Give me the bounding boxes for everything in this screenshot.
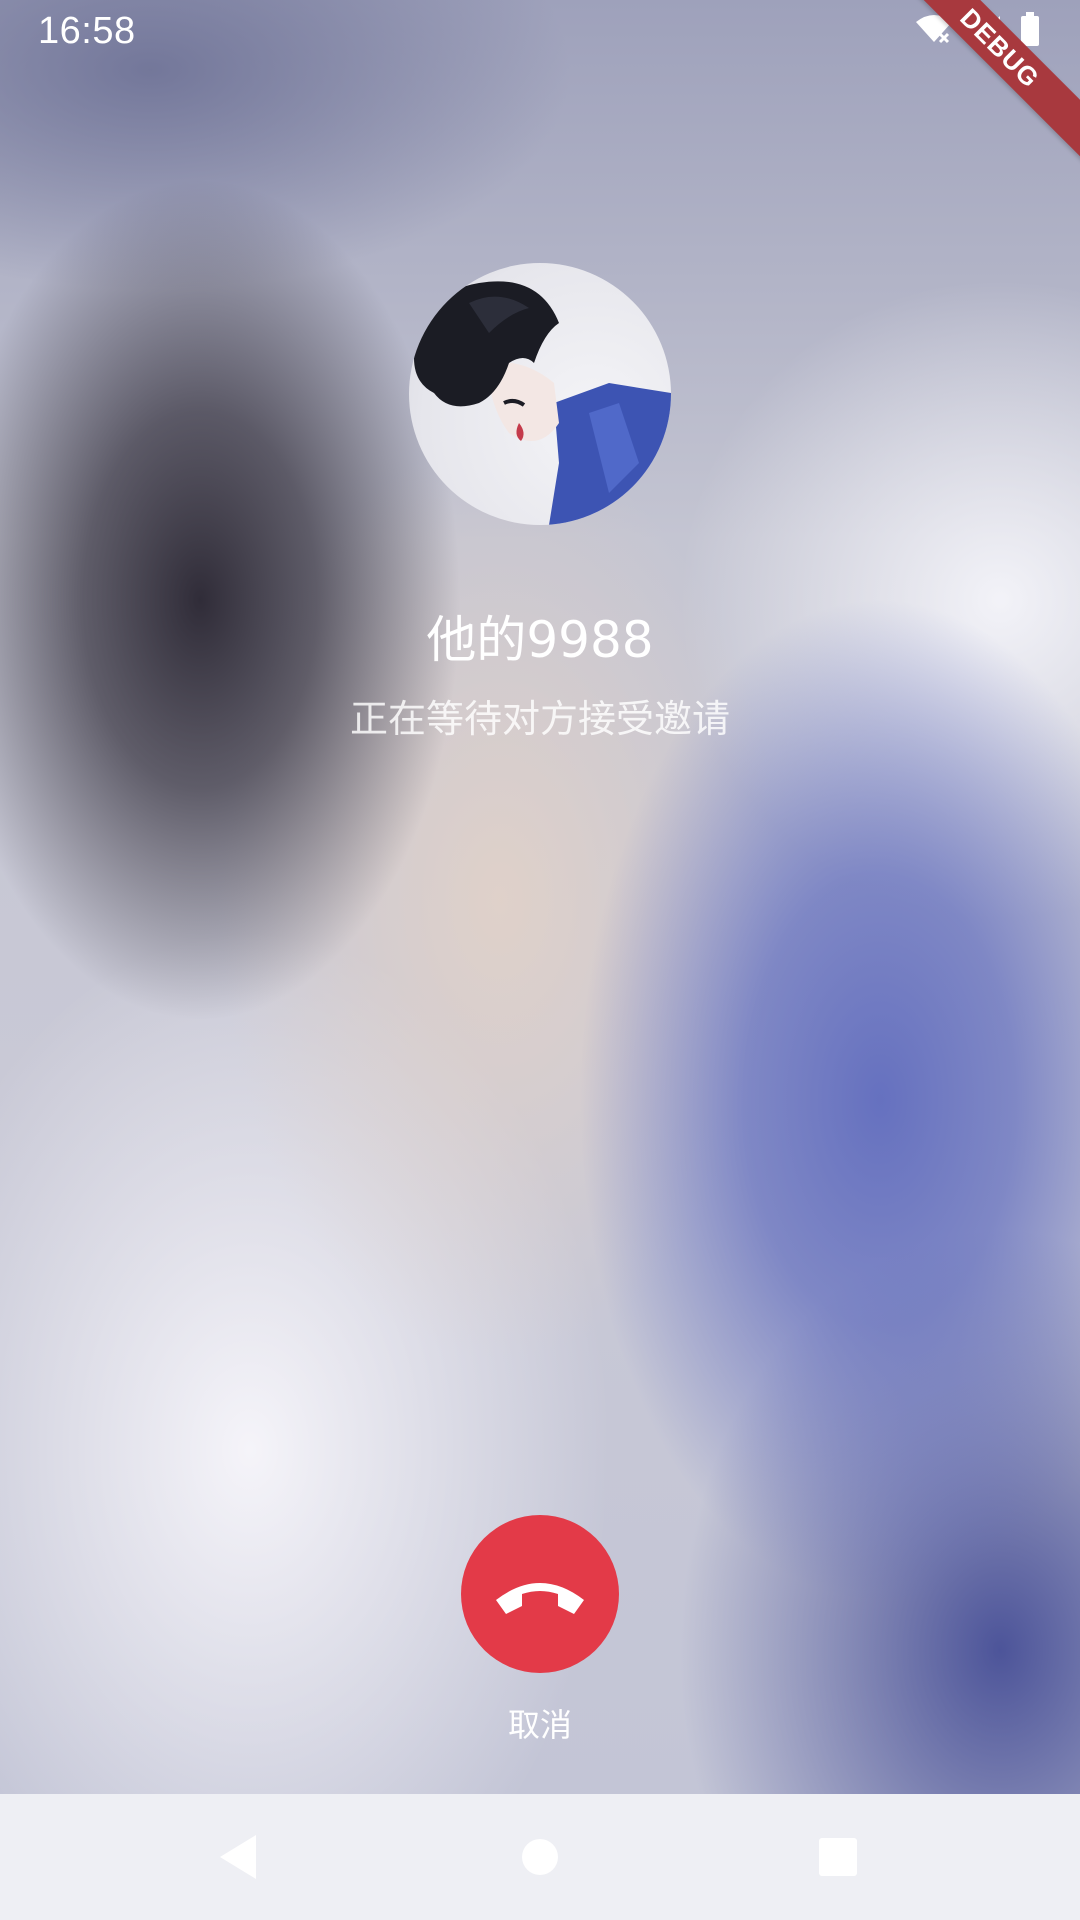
call-status-text: 正在等待对方接受邀请: [349, 697, 730, 741]
nav-recents-button[interactable]: [805, 1824, 871, 1890]
nav-home-button[interactable]: [507, 1824, 573, 1890]
avatar: [409, 263, 671, 525]
home-icon: [522, 1839, 558, 1875]
avatar-illustration: [414, 281, 671, 525]
nav-back-button[interactable]: [205, 1824, 271, 1890]
battery-icon: [1021, 12, 1039, 46]
phone-hangup-icon: [496, 1583, 584, 1614]
navigation-bar: [0, 1794, 1080, 1920]
status-time: 16:58: [38, 10, 136, 52]
cancel-label: 取消: [507, 1706, 572, 1744]
cancel-call-button[interactable]: [461, 1515, 619, 1673]
recents-icon: [819, 1838, 857, 1876]
status-bar: 16:58: [0, 0, 1080, 66]
caller-name: 他的9988: [426, 611, 654, 669]
call-screen: 16:58 DEBUG 他的9988 正在等待对方接受邀请 取消: [0, 0, 1080, 1920]
back-icon: [220, 1835, 256, 1879]
